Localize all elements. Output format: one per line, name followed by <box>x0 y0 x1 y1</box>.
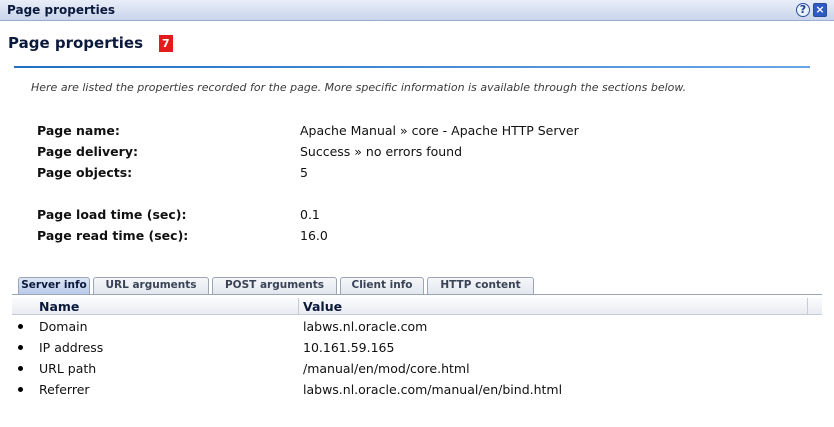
header-divider <box>14 66 810 68</box>
row-value: /manual/en/mod/core.html <box>303 361 470 376</box>
table-row[interactable]: IP address 10.161.59.165 <box>0 339 834 360</box>
property-page-name: Page name: Apache Manual » core - Apache… <box>37 123 637 141</box>
column-header-value[interactable]: Value <box>303 299 342 314</box>
help-icon[interactable]: ? <box>796 3 810 17</box>
property-value: 5 <box>300 165 308 180</box>
bullet-icon <box>18 387 23 392</box>
property-value: Apache Manual » core - Apache HTTP Serve… <box>300 123 579 138</box>
tab-divider <box>12 294 822 295</box>
property-value: 16.0 <box>300 228 328 243</box>
property-page-read-time: Page read time (sec): 16.0 <box>37 228 637 246</box>
tab-client-info[interactable]: Client info <box>340 277 424 294</box>
column-divider <box>807 298 808 315</box>
table-row[interactable]: URL path /manual/en/mod/core.html <box>0 360 834 381</box>
row-value: labws.nl.oracle.com/manual/en/bind.html <box>303 382 563 397</box>
tab-server-info[interactable]: Server info <box>18 277 90 294</box>
window-title: Page properties <box>7 3 116 17</box>
table-header: Name Value <box>12 298 822 315</box>
page-title: Page properties <box>8 34 144 52</box>
bullet-icon <box>18 366 23 371</box>
tab-http-content[interactable]: HTTP content <box>427 277 534 294</box>
property-label: Page load time (sec): <box>37 207 187 222</box>
column-header-name[interactable]: Name <box>39 299 79 314</box>
page-header: Page properties 7 <box>8 34 173 52</box>
property-label: Page read time (sec): <box>37 228 189 243</box>
column-divider <box>298 298 299 315</box>
property-value: Success » no errors found <box>300 144 463 159</box>
property-page-delivery: Page delivery: Success » no errors found <box>37 144 637 162</box>
window-titlebar: Page properties ? × <box>0 0 834 21</box>
row-name: IP address <box>39 340 104 355</box>
row-name: Referrer <box>39 382 90 397</box>
row-value: labws.nl.oracle.com <box>303 319 428 334</box>
property-label: Page name: <box>37 123 120 138</box>
close-icon[interactable]: × <box>813 3 827 17</box>
row-name: Domain <box>39 319 88 334</box>
row-name: URL path <box>39 361 97 376</box>
property-value: 0.1 <box>300 207 320 222</box>
bullet-icon <box>18 345 23 350</box>
tab-post-arguments[interactable]: POST arguments <box>212 277 337 294</box>
table-row[interactable]: Domain labws.nl.oracle.com <box>0 318 834 339</box>
table-row[interactable]: Referrer labws.nl.oracle.com/manual/en/b… <box>0 381 834 402</box>
bullet-icon <box>18 324 23 329</box>
status-badge: 7 <box>158 34 173 52</box>
property-label: Page objects: <box>37 165 133 180</box>
property-page-objects: Page objects: 5 <box>37 165 637 183</box>
property-label: Page delivery: <box>37 144 138 159</box>
row-value: 10.161.59.165 <box>303 340 395 355</box>
property-page-load-time: Page load time (sec): 0.1 <box>37 207 637 225</box>
tab-url-arguments[interactable]: URL arguments <box>93 277 209 294</box>
intro-text: Here are listed the properties recorded … <box>31 81 687 94</box>
